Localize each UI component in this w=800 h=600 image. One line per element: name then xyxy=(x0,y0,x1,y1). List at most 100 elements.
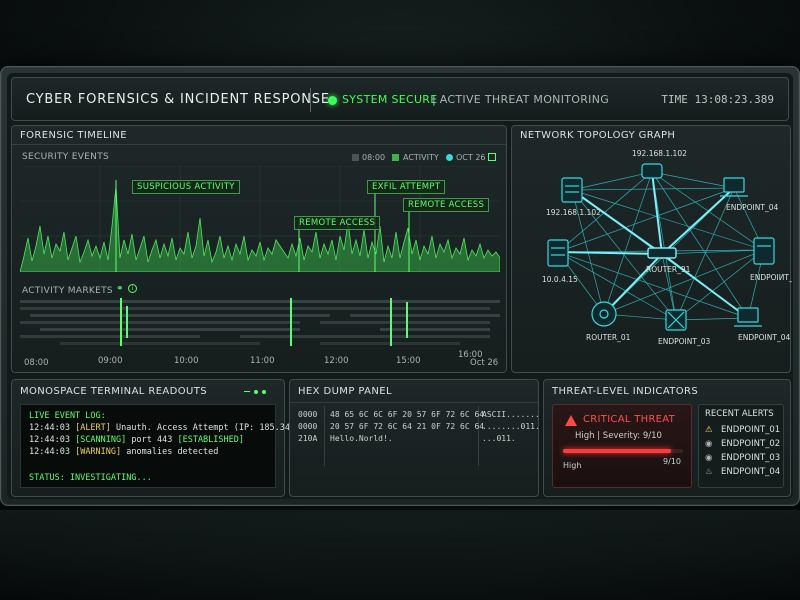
system-status-text: SYSTEM SECURE xyxy=(342,93,438,106)
hex-offset: 210A xyxy=(298,434,318,443)
firewall-icon xyxy=(665,309,687,331)
alert-item[interactable]: ⚠ ENDPOINT_01 xyxy=(705,425,780,435)
warning-icon xyxy=(565,415,577,426)
hex-ascii: ........011. xyxy=(482,422,540,431)
laptop-icon xyxy=(720,177,748,197)
x-tick: 09:00 xyxy=(98,356,123,366)
link-icon[interactable]: ⚭ xyxy=(116,284,124,294)
dashboard-screen: CYBER FORENSICS & INCIDENT RESPONSE SYST… xyxy=(7,73,793,499)
monitor-bezel: CYBER FORENSICS & INCIDENT RESPONSE SYST… xyxy=(0,66,800,506)
legend-swatch-activity xyxy=(392,154,399,161)
terminal-status-dots xyxy=(244,390,274,394)
network-topology-panel: NETWORK TOPOLOGY GRAPH 192.168.1.102 192… xyxy=(511,125,792,373)
status-indicator-dot xyxy=(328,96,337,105)
server-icon xyxy=(561,177,583,203)
node-label: 10.0.4.15 xyxy=(542,275,578,284)
x-tick: 11:00 xyxy=(250,356,275,366)
activity-marker xyxy=(120,298,122,346)
node-192-168-1-102-top xyxy=(641,163,663,179)
severity-text: High | Severity: 9/10 xyxy=(575,431,662,441)
legend-label-time: 08:00 xyxy=(362,153,386,162)
clock-readout: TIME 13:08:23.389 xyxy=(661,93,774,106)
annotation-remote-access[interactable]: REMOTE ACCESS xyxy=(294,216,381,230)
node-label: ENDPOIИT_05 xyxy=(750,273,792,282)
recent-alerts-list: RECENT ALERTS ⚠ ENDPOINT_01 ◉ ENDPOINT_02 … xyxy=(698,404,784,488)
app-title: CYBER FORENSICS & INCIDENT RESPONSE xyxy=(26,92,330,107)
warning-icon: ⚠ xyxy=(705,425,713,435)
hex-bytes[interactable]: 20 57 6F 72 6C 64 21 0F 72 6C 64 xyxy=(330,422,484,431)
severity-bar-label-left: High xyxy=(563,461,582,470)
calendar-icon[interactable] xyxy=(488,153,496,161)
node-label: ROUTER_01 xyxy=(586,333,631,342)
security-events-label: SECURITY EVENTS xyxy=(22,152,110,162)
server-icon xyxy=(547,239,569,267)
hex-bytes[interactable]: Hello.Norld!. xyxy=(330,434,393,443)
activity-marker xyxy=(390,298,392,346)
legend-swatch-date xyxy=(446,154,453,161)
node-label: ROUTER_91 xyxy=(646,265,691,274)
router-icon xyxy=(591,301,617,327)
panel-title: THREAT-LEVEL INDICATORS xyxy=(552,386,699,397)
threat-level-label: CRITICAL THREAT xyxy=(583,414,676,425)
threat-level-panel: THREAT-LEVEL INDICATORS CRITICAL THREAT … xyxy=(543,379,791,497)
globe-icon: ◉ xyxy=(705,439,713,449)
log-line: 12:44:03 [ALERT] Unauth. Access Attempt … xyxy=(29,423,321,433)
x-tick: 08:00 xyxy=(24,358,49,368)
network-graph: 192.168.1.102 192.168.1.102 ENDPOINT_04 xyxy=(542,149,792,346)
activity-markets-strip xyxy=(20,298,500,346)
legend-label-date[interactable]: OCT 26 xyxy=(456,153,486,162)
terminal-output[interactable]: LIVE EVENT LOG: 12:44:03 [ALERT] Unauth.… xyxy=(20,404,321,488)
node-label: ENDPOINT_04 xyxy=(738,333,790,342)
legend-swatch-time xyxy=(352,154,359,161)
annotation-suspicious-activity[interactable]: SUSPICIOUS ACTIVITY xyxy=(132,180,240,194)
hex-ascii: ...011. xyxy=(482,434,516,443)
hex-ascii: ASCII....... xyxy=(482,410,540,419)
annotation-exfil-attempt[interactable]: EXFIL ATTEMPT xyxy=(367,180,446,194)
hex-divider-left xyxy=(324,406,325,466)
header-divider xyxy=(310,88,311,112)
hex-dump-panel: HEX DUMP PANEL 0000 48 65 6C 6C 6F 20 57… xyxy=(289,379,540,497)
router-icon xyxy=(647,247,677,259)
panel-title: NETWORK TOPOLOGY GRAPH xyxy=(520,130,676,141)
critical-threat-card[interactable]: CRITICAL THREAT High | Severity: 9/10 Hi… xyxy=(552,404,692,488)
node-label: ENDPOINT_03 xyxy=(658,337,710,346)
panel-title: HEX DUMP PANEL xyxy=(298,386,392,397)
alert-item[interactable]: ◉ ENDPOINT_02 xyxy=(705,439,780,449)
bell-icon: ♨ xyxy=(705,467,713,477)
legend-label-activity[interactable]: ACTIVITY xyxy=(403,153,439,162)
node-label: 192.168.1.102 xyxy=(546,208,601,217)
laptop-icon xyxy=(734,307,762,327)
investigation-status: STATUS: INVESTIGATING... xyxy=(29,473,152,483)
activity-marker xyxy=(406,302,408,338)
alerts-title: RECENT ALERTS xyxy=(705,409,774,419)
desk-reflection xyxy=(0,510,800,600)
x-tick: 12:00 xyxy=(324,356,349,366)
info-icon[interactable]: i xyxy=(128,284,137,293)
panel-title: MONOSPACE TERMINAL READOUTS xyxy=(20,386,208,397)
top-header-bar: CYBER FORENSICS & INCIDENT RESPONSE SYST… xyxy=(11,77,789,121)
x-tick: 10:00 xyxy=(174,356,199,366)
activity-markets-label: ACTIVITY MARKETS xyxy=(22,286,113,296)
activity-marker xyxy=(126,306,128,338)
severity-bar-label-right: 9/10 xyxy=(663,457,681,466)
forensic-timeline-panel: FORENSIC TIMELINE SECURITY EVENTS 08:00 … xyxy=(11,125,507,373)
node-label: ENDPOINT_04 xyxy=(726,203,778,212)
x-tick: 15:00 xyxy=(396,356,421,366)
alert-item[interactable]: ♨ ENDPOINT_04 xyxy=(705,467,780,477)
log-line: 12:44:03 [WARNING] anomalies detected xyxy=(29,447,219,457)
alert-item[interactable]: ◉ ENDPOINT_03 xyxy=(705,453,780,463)
log-line: 12:44:03 [SCANNING] port 443 [ESTABLISHE… xyxy=(29,435,244,445)
severity-bar-track xyxy=(563,449,683,453)
terminal-panel: MONOSPACE TERMINAL READOUTS LIVE EVENT L… xyxy=(11,379,321,497)
panel-title: FORENSIC TIMELINE xyxy=(20,130,127,141)
log-title: LIVE EVENT LOG: xyxy=(29,411,106,421)
eye-icon: ◉ xyxy=(705,453,713,463)
x-tick: Oct 26 xyxy=(470,358,499,368)
hex-offset: 0000 xyxy=(298,410,318,419)
activity-marker xyxy=(290,298,292,346)
hex-offset: 0000 xyxy=(298,422,318,431)
hex-bytes[interactable]: 48 65 6C 6C 6F 20 57 6F 72 6C 64 xyxy=(330,410,484,419)
monitoring-status-text: | ACTIVE THREAT MONITORING xyxy=(432,93,610,106)
annotation-remote-access-2[interactable]: REMOTE ACCESS xyxy=(403,198,490,212)
server-icon xyxy=(753,237,775,265)
